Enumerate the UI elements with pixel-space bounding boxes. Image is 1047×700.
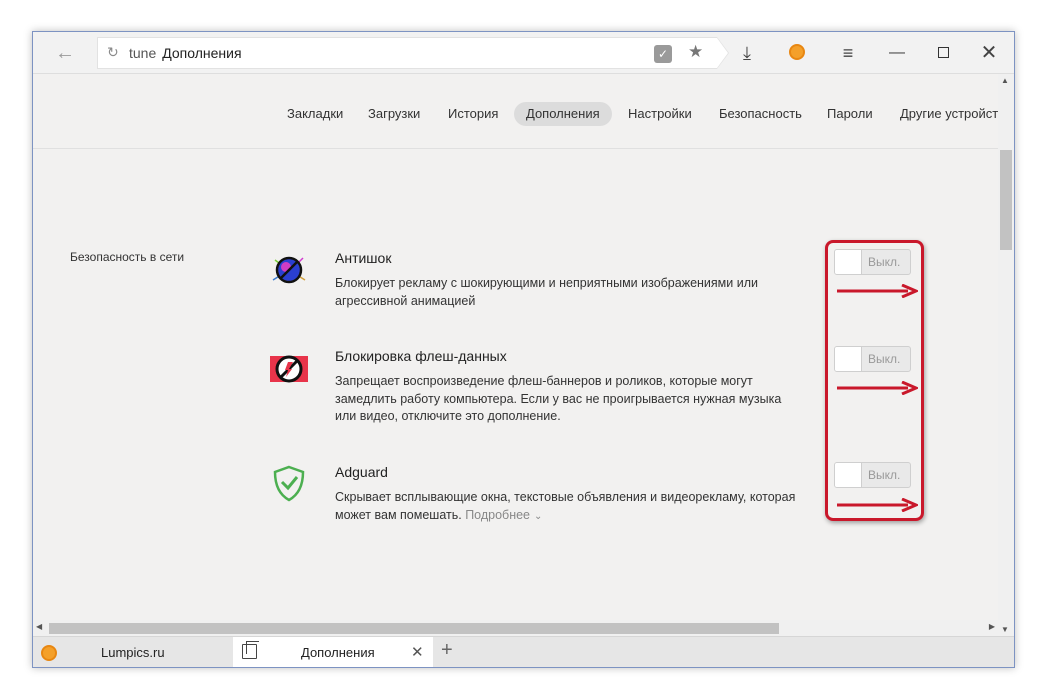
- tab-downloads[interactable]: Загрузки: [356, 102, 432, 126]
- adguard-shield-icon: [269, 464, 309, 504]
- vertical-scrollbar[interactable]: ▲ ▼: [998, 74, 1014, 636]
- close-icon[interactable]: ✕: [977, 41, 1001, 65]
- settings-nav: Закладки Загрузки История Дополнения Нас…: [33, 74, 998, 149]
- browser-window: ← ↻ tune Дополнения ✓ ★ ⤓ ≡ — ✕ Закладки …: [32, 31, 1015, 668]
- extension-name: Антишок: [335, 250, 392, 266]
- scroll-up-icon[interactable]: ▲: [1001, 76, 1009, 85]
- tab-security[interactable]: Безопасность: [707, 102, 814, 126]
- extension-description: Блокирует рекламу с шокирующими и неприя…: [335, 276, 758, 308]
- annotation-arrow-icon: [837, 381, 918, 395]
- antishock-icon: [269, 250, 309, 290]
- lumpics-favicon-icon: [41, 645, 57, 661]
- tab-strip: Lumpics.ru Дополнения ✕ +: [33, 636, 1014, 667]
- browser-tab-extensions[interactable]: Дополнения ✕: [233, 637, 433, 667]
- tab-title: Дополнения: [301, 645, 375, 660]
- address-bar[interactable]: ↻ tune Дополнения ✓ ★: [97, 37, 729, 69]
- hscroll-thumb[interactable]: [49, 623, 779, 634]
- scroll-right-icon[interactable]: ▶: [989, 622, 995, 631]
- tab-history[interactable]: История: [436, 102, 510, 126]
- scroll-left-icon[interactable]: ◀: [36, 622, 42, 631]
- download-icon[interactable]: ⤓: [735, 41, 759, 65]
- back-arrow-icon[interactable]: ←: [51, 41, 79, 65]
- extension-name: Adguard: [335, 464, 388, 480]
- address-text[interactable]: tune Дополнения: [129, 45, 242, 61]
- adguard-description-text: Скрывает всплывающие окна, текстовые объ…: [335, 490, 796, 522]
- scroll-down-icon[interactable]: ▼: [1001, 625, 1009, 634]
- chevron-down-icon: ⌄: [534, 510, 543, 522]
- extensions-content: Безопасность в сети Антишок Блокирует ре…: [33, 150, 998, 620]
- tab-settings[interactable]: Настройки: [616, 102, 704, 126]
- tab-bookmarks[interactable]: Закладки: [275, 102, 355, 126]
- bookmark-star-icon[interactable]: ★: [688, 42, 703, 62]
- browser-toolbar: ← ↻ tune Дополнения ✓ ★ ⤓ ≡ — ✕: [33, 32, 1014, 74]
- new-tab-plus-icon[interactable]: +: [441, 639, 453, 662]
- protect-icon[interactable]: ✓: [654, 45, 672, 63]
- horizontal-scrollbar[interactable]: ◀ ▶: [33, 620, 998, 636]
- extension-description: Запрещает воспроизведение флеш-баннеров …: [335, 374, 782, 423]
- extension-name: Блокировка флеш-данных: [335, 348, 507, 364]
- extension-description: Скрывает всплывающие окна, текстовые объ…: [335, 489, 805, 525]
- minimize-icon[interactable]: —: [885, 41, 909, 65]
- flash-block-icon: [269, 348, 309, 388]
- extensions-page-icon: [242, 641, 259, 659]
- maximize-icon[interactable]: [931, 41, 955, 65]
- reload-icon[interactable]: ↻: [107, 44, 119, 61]
- extension-orange-icon[interactable]: [789, 44, 805, 60]
- browser-tab-lumpics[interactable]: Lumpics.ru: [33, 637, 233, 667]
- tab-passwords[interactable]: Пароли: [815, 102, 885, 126]
- scroll-thumb[interactable]: [1000, 150, 1012, 250]
- url-title: Дополнения: [162, 45, 242, 61]
- close-tab-icon[interactable]: ✕: [411, 643, 424, 661]
- tab-other-devices[interactable]: Другие устройст: [888, 102, 1010, 126]
- url-proto: tune: [129, 45, 157, 61]
- more-label: Подробнее: [465, 507, 531, 522]
- annotation-arrow-icon: [837, 284, 918, 298]
- tab-title: Lumpics.ru: [101, 645, 165, 660]
- menu-icon[interactable]: ≡: [836, 41, 860, 65]
- annotation-arrow-icon: [837, 498, 918, 512]
- tab-extensions[interactable]: Дополнения: [514, 102, 612, 126]
- section-title: Безопасность в сети: [70, 250, 185, 264]
- more-link[interactable]: Подробнее ⌄: [465, 508, 542, 522]
